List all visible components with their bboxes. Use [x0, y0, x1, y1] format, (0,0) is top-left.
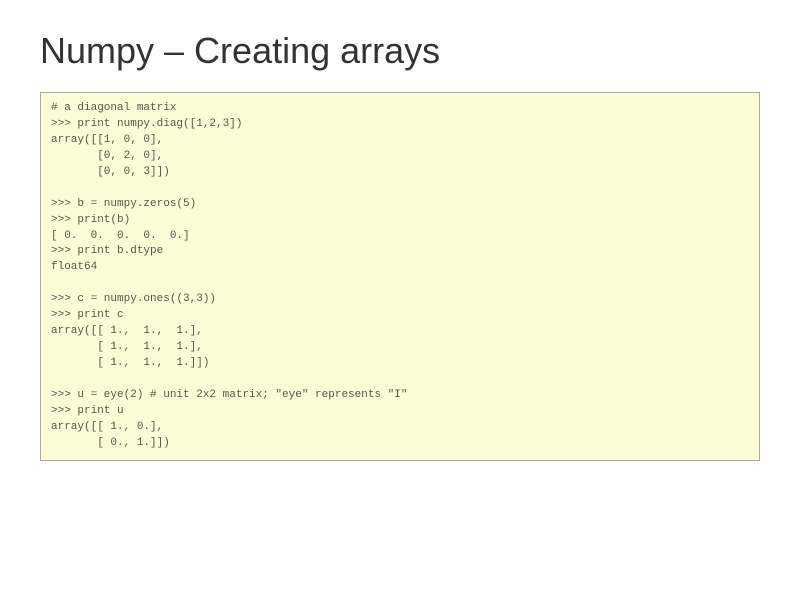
slide-container: Numpy – Creating arrays # a diagonal mat…	[0, 0, 800, 491]
slide-title: Numpy – Creating arrays	[40, 30, 760, 72]
code-block: # a diagonal matrix >>> print numpy.diag…	[40, 92, 760, 461]
